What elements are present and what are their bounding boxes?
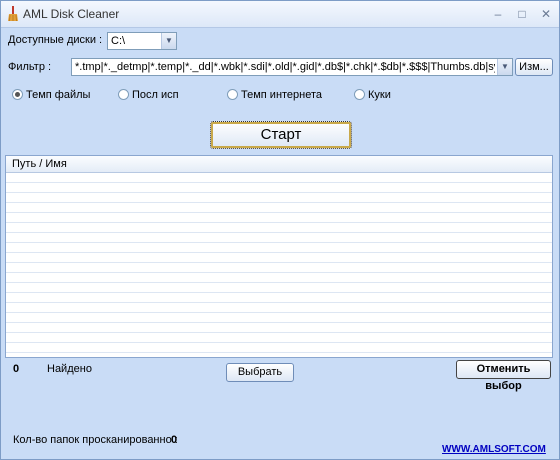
radio-temp-files-label: Темп файлы [26, 89, 91, 101]
filter-combo-value: *.tmp|*._detmp|*.temp|*._dd|*.wbk|*.sdi|… [75, 61, 495, 73]
list-gridline [6, 182, 552, 183]
change-filter-button[interactable]: Изм... [515, 58, 553, 76]
radio-recent[interactable] [118, 89, 129, 100]
drive-select-value: C:\ [111, 35, 126, 47]
select-button[interactable]: Выбрать [226, 363, 294, 382]
list-gridline [6, 222, 552, 223]
minimize-icon: – [494, 7, 502, 21]
list-gridline [6, 242, 552, 243]
radio-internet-temp[interactable] [227, 89, 238, 100]
start-button[interactable]: Старт [210, 121, 352, 149]
deselect-button[interactable]: Отменить выбор [456, 360, 551, 392]
window-title: AML Disk Cleaner [23, 7, 120, 21]
folders-scanned-label: Кол-во папок просканированно : [13, 434, 178, 446]
found-label: Найдено [47, 363, 92, 375]
list-gridline [6, 262, 552, 263]
results-list[interactable]: Путь / Имя [5, 155, 553, 358]
main-window: AML Disk Cleaner – □ ✕ Доступные диски :… [0, 0, 560, 460]
filter-label: Фильтр : [8, 61, 52, 73]
list-gridline [6, 272, 552, 273]
list-gridline [6, 212, 552, 213]
radio-internet-temp-label: Темп интернета [241, 89, 323, 101]
title-bar[interactable]: AML Disk Cleaner – □ ✕ [1, 1, 559, 28]
chevron-down-icon[interactable]: ▼ [497, 59, 512, 75]
minimize-button[interactable]: – [491, 7, 505, 21]
list-gridline [6, 282, 552, 283]
list-gridline [6, 342, 552, 343]
radio-cookies-label: Куки [368, 89, 391, 101]
drives-label: Доступные диски : [8, 34, 103, 46]
close-button[interactable]: ✕ [539, 7, 553, 21]
found-count: 0 [13, 363, 20, 375]
radio-temp-files[interactable] [12, 89, 23, 100]
radio-cookies[interactable] [354, 89, 365, 100]
list-gridline [6, 202, 552, 203]
list-gridline [6, 252, 552, 253]
list-gridline [6, 292, 552, 293]
broom-app-icon [8, 6, 18, 21]
close-icon: ✕ [540, 7, 552, 21]
website-link[interactable]: WWW.AMLSOFT.COM [442, 444, 546, 455]
drive-select[interactable]: C:\ ▼ [107, 32, 177, 50]
folders-scanned-count: 0 [171, 434, 178, 446]
column-header-path: Путь / Имя [12, 158, 67, 170]
maximize-icon: □ [518, 7, 526, 21]
list-header[interactable]: Путь / Имя [6, 156, 552, 173]
list-gridline [6, 352, 552, 353]
filter-combo[interactable]: *.tmp|*._detmp|*.temp|*._dd|*.wbk|*.sdi|… [71, 58, 513, 76]
list-gridline [6, 312, 552, 313]
list-gridline [6, 302, 552, 303]
list-gridline [6, 232, 552, 233]
list-gridline [6, 332, 552, 333]
chevron-down-icon[interactable]: ▼ [161, 33, 176, 49]
list-gridline [6, 192, 552, 193]
maximize-button[interactable]: □ [515, 7, 529, 21]
radio-recent-label: Посл исп [132, 89, 179, 101]
list-gridline [6, 322, 552, 323]
